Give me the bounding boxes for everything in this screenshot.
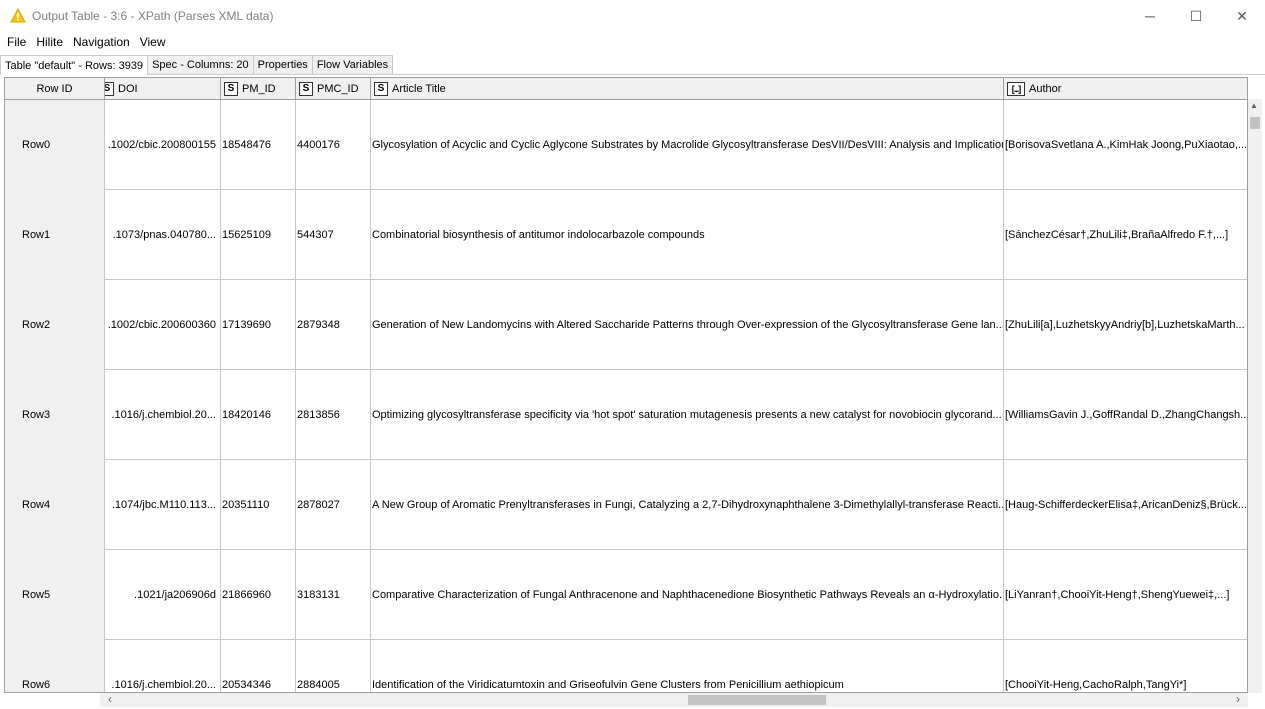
menu-view[interactable]: View	[136, 35, 170, 49]
doi-cell[interactable]: .1002/cbic.200600360	[105, 280, 221, 370]
maximize-button[interactable]: ☐	[1173, 0, 1219, 32]
author-cell[interactable]: [LiYanran†,ChooiYit-Heng†,ShengYuewei‡,.…	[1004, 550, 1247, 640]
menu-navigation[interactable]: Navigation	[69, 35, 134, 49]
column-label: Article Title	[392, 83, 446, 95]
doi-cell[interactable]: .1016/j.chembiol.20...	[105, 370, 221, 460]
row-id-cell[interactable]: Row3	[5, 370, 105, 460]
string-type-icon: S	[105, 82, 114, 96]
scroll-left-arrow-icon[interactable]: ‹	[108, 692, 112, 706]
article-title-cell[interactable]: Identification of the Viridicatumtoxin a…	[371, 640, 1004, 692]
table-row[interactable]: Row5 .1021/ja206906d 21866960 3183131 Co…	[5, 550, 1247, 640]
column-header-doi[interactable]: S DOI	[105, 78, 221, 100]
scroll-right-arrow-icon[interactable]: ›	[1236, 692, 1240, 706]
column-label: PMC_ID	[317, 83, 359, 95]
menu-hilite[interactable]: Hilite	[32, 35, 67, 49]
tab-bar: Table "default" - Rows: 3939 Spec - Colu…	[0, 55, 1265, 75]
author-cell[interactable]: [WilliamsGavin J.,GoffRandal D.,ZhangCha…	[1004, 370, 1247, 460]
column-label: Author	[1029, 83, 1062, 95]
pmc-id-cell[interactable]: 3183131	[296, 550, 371, 640]
minimize-button[interactable]: ─	[1127, 0, 1173, 32]
tab-flow-variables[interactable]: Flow Variables	[311, 55, 394, 74]
row-id-cell[interactable]: Row1	[5, 190, 105, 280]
pmc-id-cell[interactable]: 2884005	[296, 640, 371, 692]
menu-file[interactable]: File	[3, 35, 30, 49]
table-row[interactable]: Row4 .1074/jbc.M110.113... 20351110 2878…	[5, 460, 1247, 550]
title-bar: Output Table - 3:6 - XPath (Parses XML d…	[0, 0, 1265, 32]
column-header-author[interactable]: [...] Author	[1004, 78, 1247, 100]
string-type-icon: S	[224, 82, 238, 96]
doi-cell[interactable]: .1073/pnas.040780...	[105, 190, 221, 280]
window-title: Output Table - 3:6 - XPath (Parses XML d…	[32, 9, 274, 23]
pm-id-cell[interactable]: 17139690	[221, 280, 296, 370]
pm-id-cell[interactable]: 18548476	[221, 100, 296, 190]
column-header-article-title[interactable]: S Article Title	[371, 78, 1004, 100]
article-title-cell[interactable]: Combinatorial biosynthesis of antitumor …	[371, 190, 1004, 280]
doi-cell[interactable]: .1016/j.chembiol.20...	[105, 640, 221, 692]
author-cell[interactable]: [Haug-SchifferdeckerElisa‡,AricanDeniz§,…	[1004, 460, 1247, 550]
tab-table[interactable]: Table "default" - Rows: 3939	[0, 55, 149, 75]
data-table: Row ID S DOI S PM_ID S PMC_ID S Article …	[4, 77, 1248, 693]
row-id-cell[interactable]: Row0	[5, 100, 105, 190]
pmc-id-cell[interactable]: 2879348	[296, 280, 371, 370]
vertical-scrollbar[interactable]: ▲	[1248, 99, 1262, 693]
doi-cell[interactable]: .1074/jbc.M110.113...	[105, 460, 221, 550]
row-id-cell[interactable]: Row4	[5, 460, 105, 550]
horizontal-scroll-thumb[interactable]	[688, 695, 826, 705]
column-label: DOI	[118, 83, 138, 95]
column-label: PM_ID	[242, 83, 276, 95]
string-type-icon: S	[299, 82, 313, 96]
author-cell[interactable]: [ZhuLili[a],LuzhetskyyAndriy[b],Luzhetsk…	[1004, 280, 1247, 370]
close-button[interactable]: ✕	[1219, 0, 1265, 32]
table-row[interactable]: Row0 .1002/cbic.200800155 18548476 44001…	[5, 100, 1247, 190]
doi-cell[interactable]: .1002/cbic.200800155	[105, 100, 221, 190]
pmc-id-cell[interactable]: 4400176	[296, 100, 371, 190]
string-type-icon: S	[374, 82, 388, 96]
pmc-id-cell[interactable]: 2813856	[296, 370, 371, 460]
table-row[interactable]: Row1 .1073/pnas.040780... 15625109 54430…	[5, 190, 1247, 280]
article-title-cell[interactable]: A New Group of Aromatic Prenyltransferas…	[371, 460, 1004, 550]
pm-id-cell[interactable]: 18420146	[221, 370, 296, 460]
row-id-cell[interactable]: Row5	[5, 550, 105, 640]
knime-warning-icon	[10, 8, 26, 23]
author-cell[interactable]: [BorisovaSvetlana A.,KimHak Joong,PuXiao…	[1004, 100, 1247, 190]
column-header-pm-id[interactable]: S PM_ID	[221, 78, 296, 100]
article-title-cell[interactable]: Comparative Characterization of Fungal A…	[371, 550, 1004, 640]
pm-id-cell[interactable]: 21866960	[221, 550, 296, 640]
pmc-id-cell[interactable]: 544307	[296, 190, 371, 280]
table-row[interactable]: Row3 .1016/j.chembiol.20... 18420146 281…	[5, 370, 1247, 460]
pmc-id-cell[interactable]: 2878027	[296, 460, 371, 550]
table-row[interactable]: Row2 .1002/cbic.200600360 17139690 28793…	[5, 280, 1247, 370]
doi-cell[interactable]: .1021/ja206906d	[105, 550, 221, 640]
vertical-scroll-thumb[interactable]	[1250, 117, 1260, 129]
author-cell[interactable]: [SánchezCésar†,ZhuLili‡,BrañaAlfredo F.†…	[1004, 190, 1247, 280]
table-header: Row ID S DOI S PM_ID S PMC_ID S Article …	[5, 78, 1247, 100]
pm-id-cell[interactable]: 15625109	[221, 190, 296, 280]
scroll-up-arrow-icon[interactable]: ▲	[1250, 101, 1258, 110]
column-header-row-id[interactable]: Row ID	[5, 78, 105, 100]
horizontal-scrollbar[interactable]: ‹ ›	[100, 692, 1248, 707]
window-controls: ─ ☐ ✕	[1127, 0, 1265, 32]
table-row[interactable]: Row6 .1016/j.chembiol.20... 20534346 288…	[5, 640, 1247, 692]
tab-spec[interactable]: Spec - Columns: 20	[147, 55, 254, 74]
article-title-cell[interactable]: Generation of New Landomycins with Alter…	[371, 280, 1004, 370]
row-id-cell[interactable]: Row6	[5, 640, 105, 692]
pm-id-cell[interactable]: 20534346	[221, 640, 296, 692]
pm-id-cell[interactable]: 20351110	[221, 460, 296, 550]
article-title-cell[interactable]: Optimizing glycosyltransferase specifici…	[371, 370, 1004, 460]
tab-properties[interactable]: Properties	[252, 55, 313, 74]
menu-bar: File Hilite Navigation View	[0, 32, 1265, 52]
author-cell[interactable]: [ChooiYit-Heng,CachoRalph,TangYi*]	[1004, 640, 1247, 692]
list-type-icon: [...]	[1007, 82, 1025, 96]
article-title-cell[interactable]: Glycosylation of Acyclic and Cyclic Agly…	[371, 100, 1004, 190]
column-header-pmc-id[interactable]: S PMC_ID	[296, 78, 371, 100]
column-label: Row ID	[36, 83, 73, 95]
row-id-cell[interactable]: Row2	[5, 280, 105, 370]
